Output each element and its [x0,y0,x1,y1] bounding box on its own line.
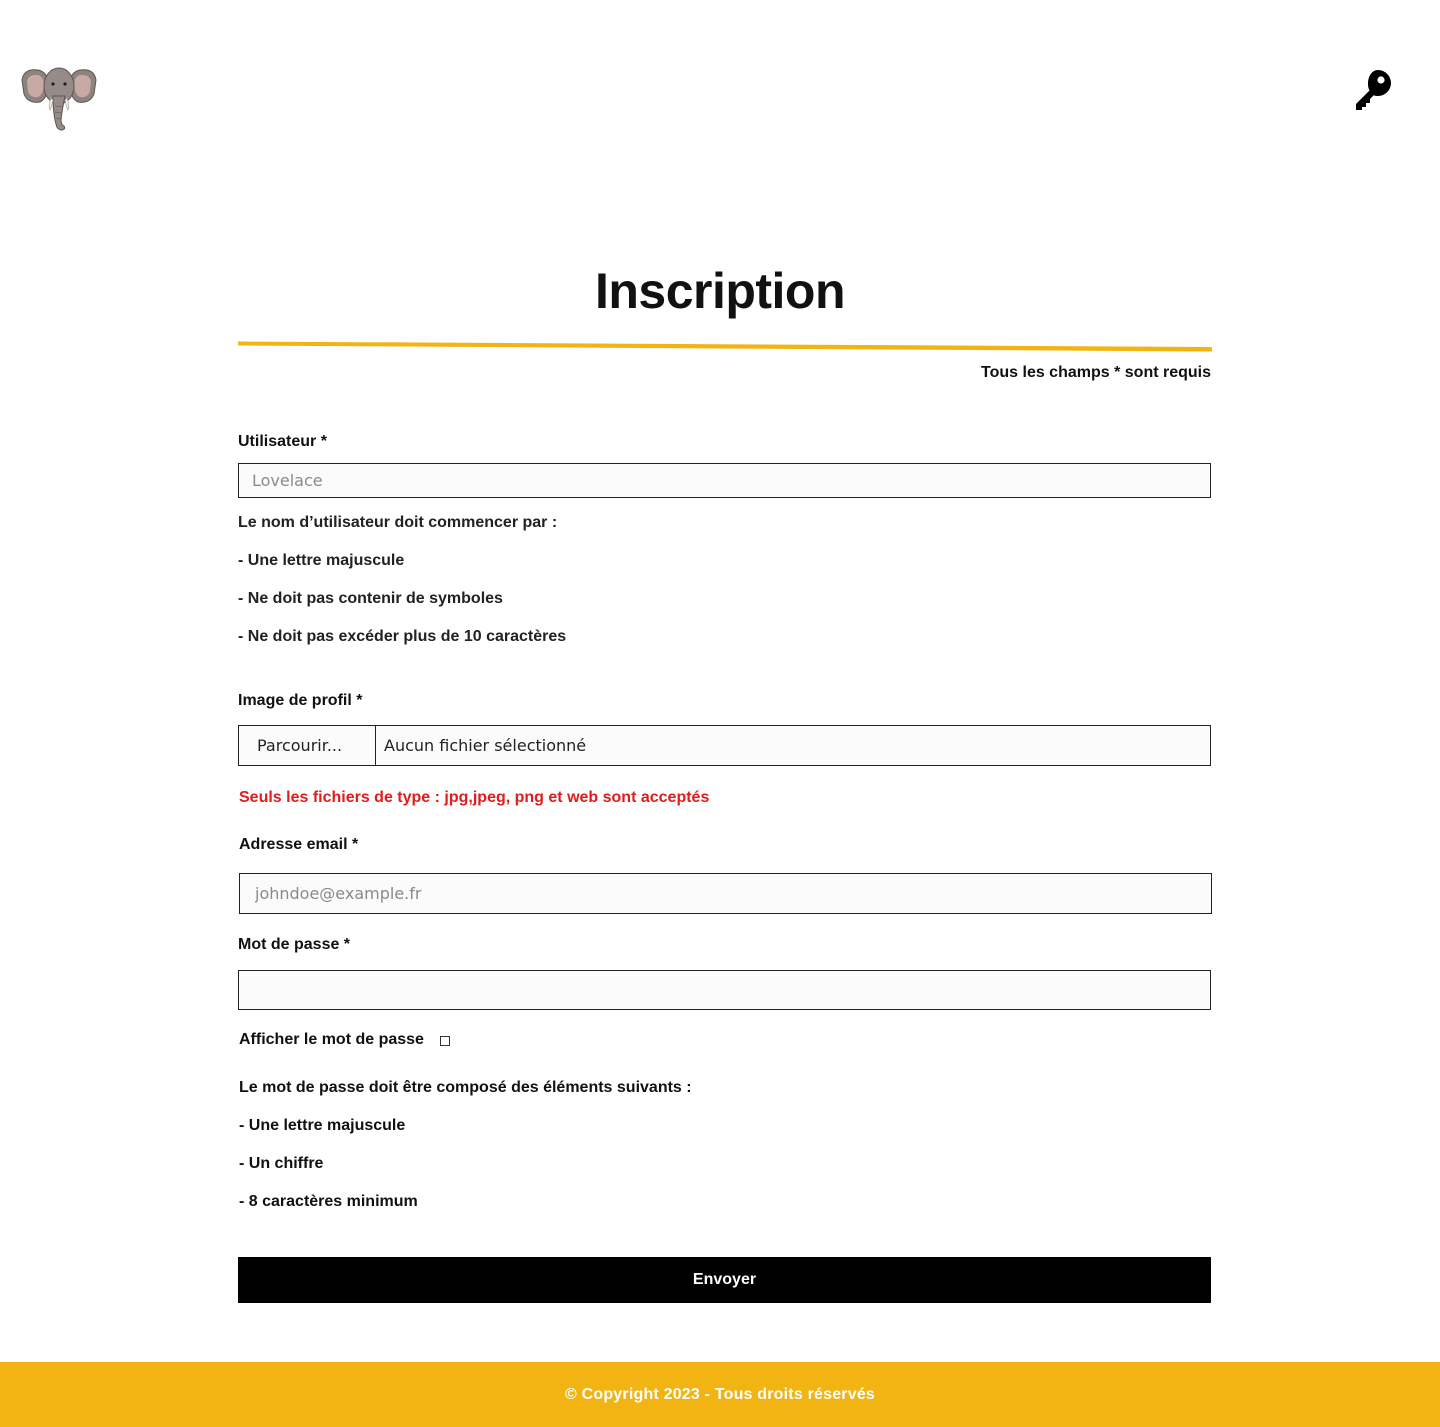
password-rules-intro: Le mot de passe doit être composé des él… [239,1079,692,1096]
username-label: Utilisateur * [238,433,327,450]
username-rules-intro: Le nom d’utilisateur doit commencer par … [238,514,558,531]
username-rule-item: - Ne doit pas contenir de symboles [238,590,503,607]
submit-button[interactable]: Envoyer [238,1257,1211,1303]
password-label: Mot de passe * [238,936,351,953]
required-fields-note: Tous les champs * sont requis [981,364,1211,381]
show-password-checkbox[interactable] [440,1036,450,1046]
profile-image-file-input[interactable]: Parcourir... Aucun fichier sélectionné [238,725,1211,766]
title-underline [238,341,1212,352]
copyright-text: © Copyright 2023 - Tous droits réservés [564,1385,876,1403]
username-rule-item: - Ne doit pas excéder plus de 10 caractè… [238,628,567,645]
password-rule-item: - 8 caractères minimum [239,1193,418,1210]
browse-button[interactable]: Parcourir... [239,726,376,765]
footer: © Copyright 2023 - Tous droits réservés [0,1362,1440,1427]
key-icon[interactable] [1354,68,1394,112]
password-input[interactable] [238,970,1211,1010]
file-type-error-message: Seuls les fichiers de type : jpg,jpeg, p… [239,789,710,806]
show-password-label[interactable]: Afficher le mot de passe [239,1031,424,1049]
elephant-logo-icon[interactable] [20,62,98,134]
profile-image-label: Image de profil * [238,692,363,709]
password-rule-item: - Un chiffre [239,1155,324,1172]
password-rule-item: - Une lettre majuscule [239,1117,406,1134]
email-input[interactable] [239,873,1212,914]
file-status-text: Aucun fichier sélectionné [384,736,587,755]
email-label: Adresse email * [239,836,359,853]
registration-page: Inscription Tous les champs * sont requi… [0,0,1440,1427]
page-title: Inscription [594,263,846,319]
username-rule-item: - Une lettre majuscule [238,552,405,569]
username-input[interactable] [238,463,1211,498]
